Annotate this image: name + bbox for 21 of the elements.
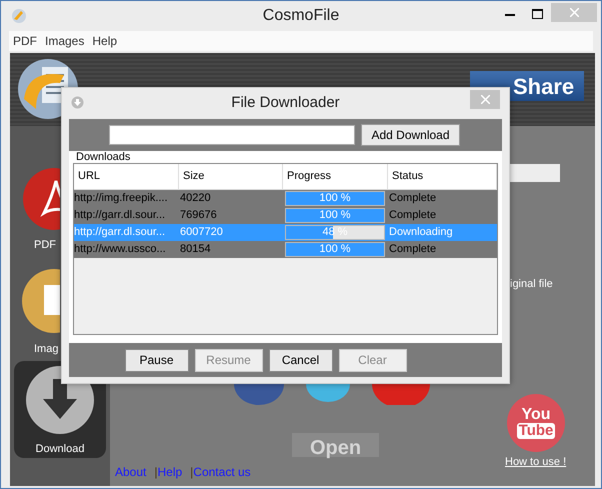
table-cell-text: http://garr.dl.sour...	[74, 225, 166, 240]
table-cell-text: 6007720	[179, 225, 224, 240]
table-cell-text: 769676	[179, 208, 218, 223]
table-cell-text: Complete	[388, 242, 438, 257]
table-cell-text: Downloading	[388, 225, 454, 240]
table-cell-text: 80154	[179, 242, 212, 257]
separator-text: |	[190, 464, 194, 481]
window-title: CosmoFile	[262, 6, 340, 26]
table-cell-text: http://img.freepik....	[74, 191, 169, 206]
dialog-title: File Downloader	[231, 93, 340, 114]
table-cell-text: http://www.ussco...	[74, 242, 167, 257]
table-cell-text: Complete	[388, 208, 438, 223]
group-label: Downloads	[75, 151, 132, 163]
progress-bar: 100 %	[285, 242, 385, 257]
note-text: iginal file	[510, 277, 553, 292]
progress-bar: 100 %	[285, 208, 385, 223]
separator-text: |	[154, 464, 158, 481]
table-cell-text: Complete	[388, 191, 438, 206]
table-cell-text: http://garr.dl.sour...	[74, 208, 166, 223]
table-cell-text: 40220	[179, 191, 212, 206]
progress-bar: 100 %	[285, 191, 385, 206]
